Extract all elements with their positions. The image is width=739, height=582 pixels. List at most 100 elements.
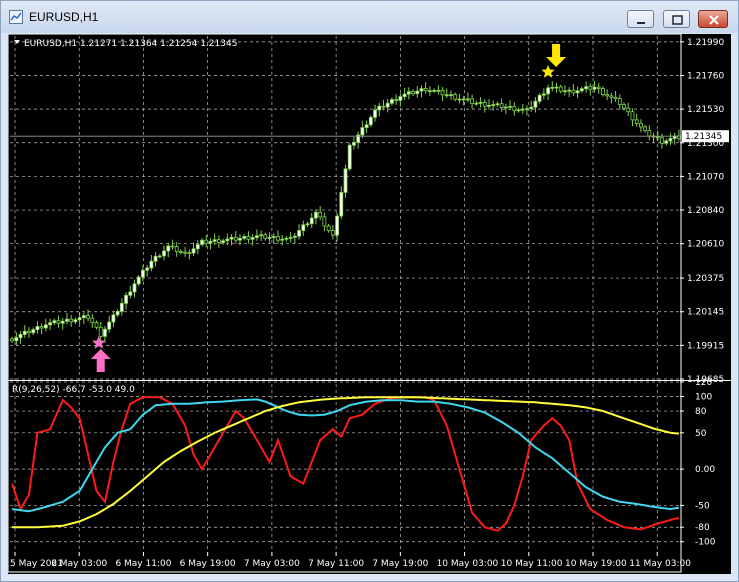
candle-body: [86, 315, 90, 319]
candle-body: [457, 98, 462, 101]
chart-grid: [8, 34, 731, 573]
close-icon: [709, 15, 719, 25]
candle-body: [630, 111, 635, 121]
candle-body: [128, 291, 133, 296]
candle-body: [200, 239, 204, 245]
candle-body: [35, 326, 40, 331]
chart-window: EURUSD,H1 1.21990 1.21760 1.21530 1.21300 1.…: [0, 0, 739, 582]
indicator-line-yellow: [12, 396, 679, 529]
candle-body: [73, 319, 78, 323]
buy-arrow-icon: [90, 349, 111, 372]
candle-body: [204, 239, 209, 244]
candle-body: [322, 216, 327, 227]
candle-body: [546, 87, 550, 95]
candle-body: [347, 144, 352, 170]
candle-body: [259, 234, 263, 237]
main-header: EURUSD,H1 1.21271 1.21364 1.21254 1.2134…: [14, 39, 237, 49]
indicator-tick-label: -80: [695, 523, 710, 533]
candle-body: [305, 223, 310, 226]
buy-star-icon: [92, 336, 106, 349]
maximize-icon: [672, 15, 683, 25]
candle-body: [343, 168, 348, 193]
candle-body: [465, 98, 470, 101]
candle-body: [596, 86, 601, 89]
time-axis: 5 May 20216 May 03:00 6 May 11:00 6 May 19…: [10, 552, 691, 569]
candle-body: [643, 126, 648, 131]
candle-body: [48, 322, 52, 326]
candle-body: [415, 90, 420, 95]
chart-area[interactable]: 1.21990 1.21760 1.21530 1.21300 1.21070 1.208…: [8, 34, 731, 574]
candle-body: [288, 236, 293, 239]
candle-body: [668, 138, 673, 142]
time-tick-label: 7 May 19:00: [372, 559, 428, 569]
minimize-button[interactable]: [627, 10, 654, 28]
candle-body: [563, 90, 567, 93]
indicator-tick-label: 0.00: [695, 465, 715, 475]
window-titlebar[interactable]: EURUSD,H1: [1, 1, 738, 33]
candle-body: [390, 99, 394, 104]
candle-body: [276, 236, 280, 241]
candle-body: [14, 337, 19, 342]
indicator-lines: [11, 396, 680, 532]
candle-body: [423, 88, 428, 92]
price-tick-label: 1.21530: [687, 105, 724, 115]
candle-body: [124, 294, 128, 304]
close-button[interactable]: [698, 10, 728, 28]
candle-body: [588, 86, 593, 90]
candle-body: [449, 94, 453, 97]
candle-body: [394, 99, 399, 101]
main-header-text: EURUSD,H1 1.21271 1.21364 1.21254 1.2134…: [24, 39, 237, 49]
time-tick-label: 7 May 11:00: [308, 559, 364, 569]
indicator-axis: 120 100 80 50 0.00 -50 -80 -100: [680, 378, 716, 548]
price-tick-label: 1.20610: [687, 240, 724, 250]
candle-body: [558, 86, 563, 92]
candle-body: [377, 105, 382, 111]
candle-body: [381, 105, 386, 108]
candle-body: [90, 317, 95, 324]
candle-body: [166, 245, 171, 252]
candle-body: [43, 324, 48, 329]
time-tick-label: 7 May 03:00: [244, 559, 300, 569]
candle-body: [436, 89, 441, 92]
candle-body: [31, 329, 36, 334]
window-title: EURUSD,H1: [29, 10, 99, 24]
candle-body: [119, 302, 124, 312]
candle-body: [250, 237, 255, 240]
candle-body: [533, 100, 538, 108]
candle-body: [238, 237, 242, 241]
signal-markers: [90, 44, 567, 372]
candle-body: [461, 98, 466, 101]
candle-body: [482, 102, 487, 107]
candle-body: [398, 96, 403, 101]
candle-body: [655, 136, 660, 139]
time-tick-label: 10 May 03:00: [437, 559, 499, 569]
candle-body: [411, 91, 415, 95]
indicator-tick-label: -100: [695, 538, 716, 548]
candle-body: [229, 236, 234, 240]
candle-body: [157, 255, 162, 258]
candle-body: [335, 215, 339, 236]
candle-body: [94, 322, 99, 328]
candle-body: [242, 236, 247, 239]
candle-body: [195, 244, 200, 250]
candle-body: [216, 239, 221, 243]
maximize-button[interactable]: [663, 10, 690, 28]
price-tick-label: 1.20840: [687, 206, 724, 216]
candle-body: [474, 102, 479, 105]
candle-body: [622, 104, 626, 109]
chart-canvas[interactable]: 1.219901.217601.215301.213001.210701.208…: [8, 34, 731, 574]
candle-body: [179, 251, 183, 254]
candle-body: [280, 238, 285, 241]
candle-body: [191, 248, 196, 254]
candle-body: [246, 236, 251, 240]
candle-body: [634, 119, 639, 124]
indicator-tick-label: 100: [695, 393, 712, 403]
candle-body: [81, 315, 86, 319]
candle-body: [292, 235, 297, 238]
candle-body: [440, 89, 445, 96]
candle-body: [520, 108, 525, 111]
candle-body: [406, 91, 411, 95]
candle-body: [419, 88, 424, 92]
candle-body: [136, 276, 141, 285]
candle-body: [584, 86, 588, 90]
